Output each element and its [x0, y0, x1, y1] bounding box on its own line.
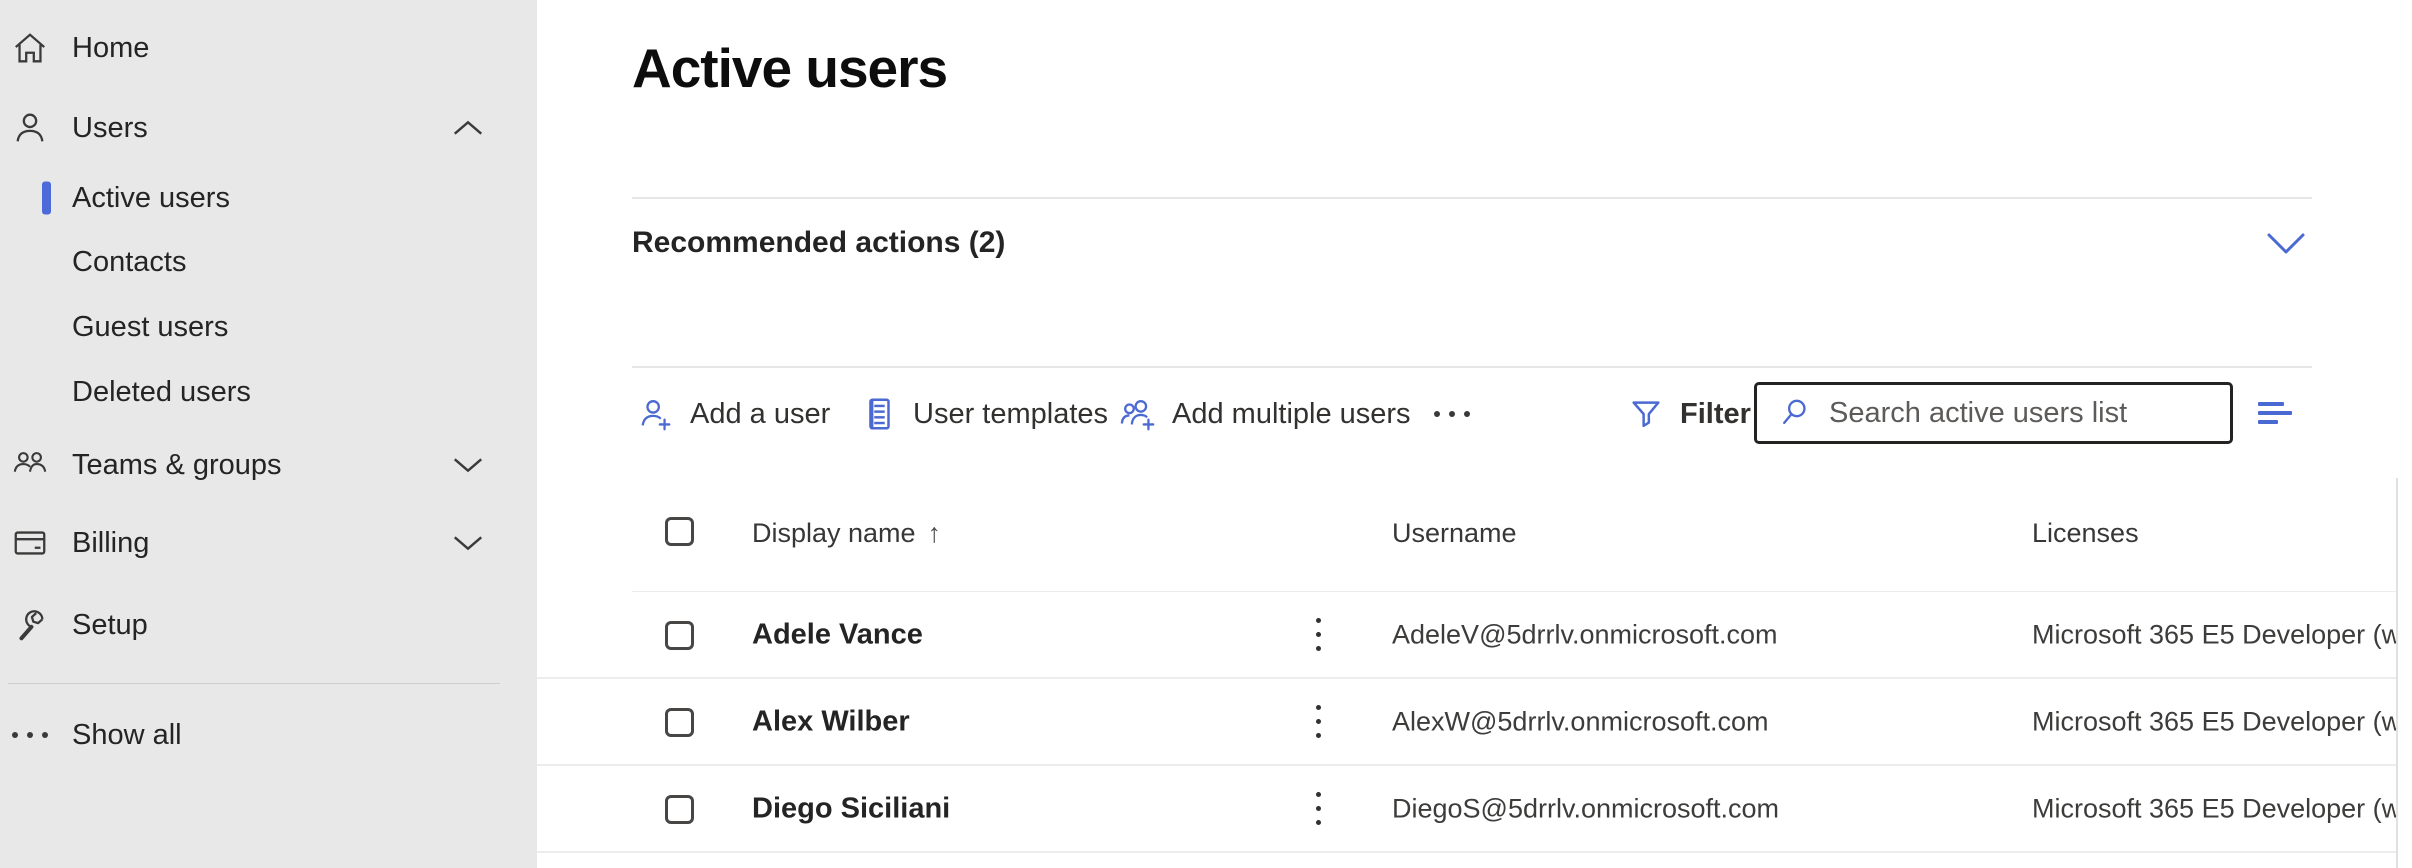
sidebar-item-active-users[interactable]: Active users [0, 166, 537, 230]
sidebar-item-teams-groups[interactable]: Teams & groups [0, 433, 537, 497]
sidebar-item-home[interactable]: Home [0, 16, 537, 80]
user-username: AdeleV@5drrlv.onmicrosoft.com [1392, 619, 1778, 650]
chevron-up-icon [451, 118, 485, 138]
toolbar-button-label: Add a user [690, 398, 830, 431]
sidebar-item-billing[interactable]: Billing [0, 511, 537, 575]
sidebar-item-label: Show all [72, 719, 182, 752]
recommended-actions-expander[interactable]: Recommended actions (2) [632, 214, 2312, 272]
row-checkbox[interactable] [665, 621, 694, 650]
chevron-down-icon [451, 533, 485, 553]
list-right-divider [2396, 478, 2398, 868]
sidebar-divider [8, 683, 500, 684]
toolbar-button-label: User templates [913, 398, 1108, 431]
search-box[interactable] [1754, 382, 2233, 444]
section-divider [632, 197, 2312, 199]
user-licenses: Microsoft 365 E5 Developer (withou [2032, 793, 2396, 824]
user-username: DiegoS@5drrlv.onmicrosoft.com [1392, 793, 1779, 824]
more-actions-button[interactable] [1434, 384, 1472, 444]
sidebar-item-guest-users[interactable]: Guest users [0, 295, 537, 359]
add-user-button[interactable]: Add a user [637, 384, 830, 444]
table-row[interactable]: Diego Siciliani DiegoS@5drrlv.onmicrosof… [537, 766, 2396, 853]
table-row[interactable]: Alex Wilber AlexW@5drrlv.onmicrosoft.com… [537, 679, 2396, 766]
sort-lines-icon[interactable] [2255, 399, 2295, 429]
sidebar-item-label: Billing [72, 527, 149, 560]
sidebar-item-label: Guest users [72, 311, 228, 344]
section-divider [632, 366, 2312, 368]
sort-ascending-arrow: ↑ [928, 518, 942, 548]
sidebar-item-label: Users [72, 112, 148, 145]
users-icon [10, 108, 50, 148]
row-checkbox[interactable] [665, 708, 694, 737]
toolbar-button-label: Add multiple users [1172, 398, 1411, 431]
billing-icon [10, 523, 50, 563]
home-icon [10, 28, 50, 68]
sidebar-item-show-all[interactable]: Show all [0, 703, 537, 767]
add-user-icon [637, 395, 675, 433]
add-multiple-users-icon [1119, 395, 1157, 433]
user-display-name[interactable]: Alex Wilber [752, 705, 910, 738]
user-display-name[interactable]: Adele Vance [752, 618, 923, 651]
user-templates-button[interactable]: User templates [860, 384, 1108, 444]
kebab-icon[interactable] [1303, 699, 1333, 745]
select-all-checkbox[interactable] [665, 517, 694, 546]
user-display-name[interactable]: Diego Siciliani [752, 792, 950, 825]
column-header-label: Display name [752, 518, 916, 548]
user-templates-icon [860, 395, 898, 433]
column-header-username[interactable]: Username [1392, 518, 1517, 549]
user-licenses: Microsoft 365 E5 Developer (withou [2032, 619, 2396, 650]
left-navigation: Home Users Active users Contacts Guest u… [0, 0, 537, 868]
main-content: Active users Recommended actions (2) Add… [537, 0, 2412, 868]
search-icon [1777, 395, 1813, 431]
sidebar-item-label: Teams & groups [72, 449, 282, 482]
sidebar-item-label: Deleted users [72, 376, 251, 409]
user-licenses: Microsoft 365 E5 Developer (withou [2032, 706, 2396, 737]
chevron-down-icon[interactable] [2266, 232, 2306, 256]
column-header-licenses[interactable]: Licenses [2032, 518, 2139, 549]
sidebar-item-deleted-users[interactable]: Deleted users [0, 360, 537, 424]
search-input[interactable] [1829, 397, 2230, 430]
sidebar-item-label: Setup [72, 609, 148, 642]
filter-icon [1627, 395, 1665, 433]
kebab-icon[interactable] [1303, 786, 1333, 832]
chevron-down-icon [451, 455, 485, 475]
column-header-display-name[interactable]: Display name ↑ [752, 518, 941, 549]
sidebar-item-users[interactable]: Users [0, 96, 537, 160]
row-checkbox[interactable] [665, 795, 694, 824]
ellipsis-icon [1434, 395, 1472, 433]
sidebar-item-label: Active users [72, 182, 230, 215]
sidebar-item-label: Contacts [72, 246, 186, 279]
add-multiple-users-button[interactable]: Add multiple users [1119, 384, 1411, 444]
selected-indicator [42, 182, 51, 215]
filter-button-label: Filter [1680, 398, 1751, 431]
sidebar-item-setup[interactable]: Setup [0, 593, 537, 657]
teams-groups-icon [10, 445, 50, 485]
setup-icon [10, 605, 50, 645]
show-all-icon [10, 715, 50, 755]
table-row[interactable]: Adele Vance AdeleV@5drrlv.onmicrosoft.co… [537, 592, 2396, 679]
filter-button[interactable]: Filter [1627, 384, 1751, 444]
sidebar-item-contacts[interactable]: Contacts [0, 230, 537, 294]
recommended-actions-label: Recommended actions (2) [632, 226, 1005, 259]
user-username: AlexW@5drrlv.onmicrosoft.com [1392, 706, 1768, 737]
sidebar-item-label: Home [72, 32, 149, 65]
page-title: Active users [632, 36, 947, 100]
kebab-icon[interactable] [1303, 612, 1333, 658]
table-header: Display name ↑ Username Licenses [537, 505, 2396, 561]
